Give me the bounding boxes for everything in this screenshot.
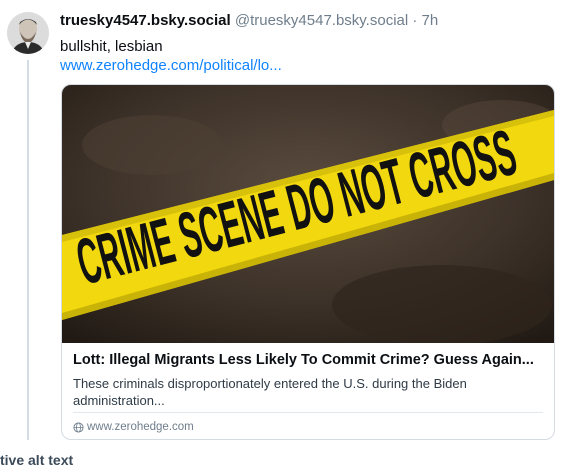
card-domain-text: www.zerohedge.com [87, 421, 194, 433]
post-header: truesky4547.bsky.social @truesky4547.bsk… [60, 12, 438, 29]
card-title[interactable]: Lott: Illegal Migrants Less Likely To Co… [73, 352, 534, 368]
post-time[interactable]: 7h [422, 12, 439, 29]
avatar[interactable] [7, 12, 49, 54]
globe-icon [73, 421, 84, 433]
alt-text-label[interactable]: tive alt text [0, 452, 73, 468]
separator: · [412, 12, 418, 29]
card-image: CRIME SCENE DO NOT CROSS [62, 85, 554, 345]
post-text: bullshit, lesbian [60, 38, 163, 55]
card-divider [73, 412, 543, 413]
author-display-name[interactable]: truesky4547.bsky.social [60, 12, 231, 29]
card-domain: www.zerohedge.com [73, 421, 194, 433]
card-description: These criminals disproportionately enter… [73, 376, 467, 408]
thread-line [27, 60, 29, 440]
author-handle[interactable]: @truesky4547.bsky.social [235, 12, 408, 29]
link-embed-card[interactable]: CRIME SCENE DO NOT CROSS Lott: Illegal M… [61, 84, 555, 440]
post: truesky4547.bsky.social @truesky4547.bsk… [0, 0, 567, 440]
post-link[interactable]: www.zerohedge.com/political/lo... [60, 57, 282, 74]
